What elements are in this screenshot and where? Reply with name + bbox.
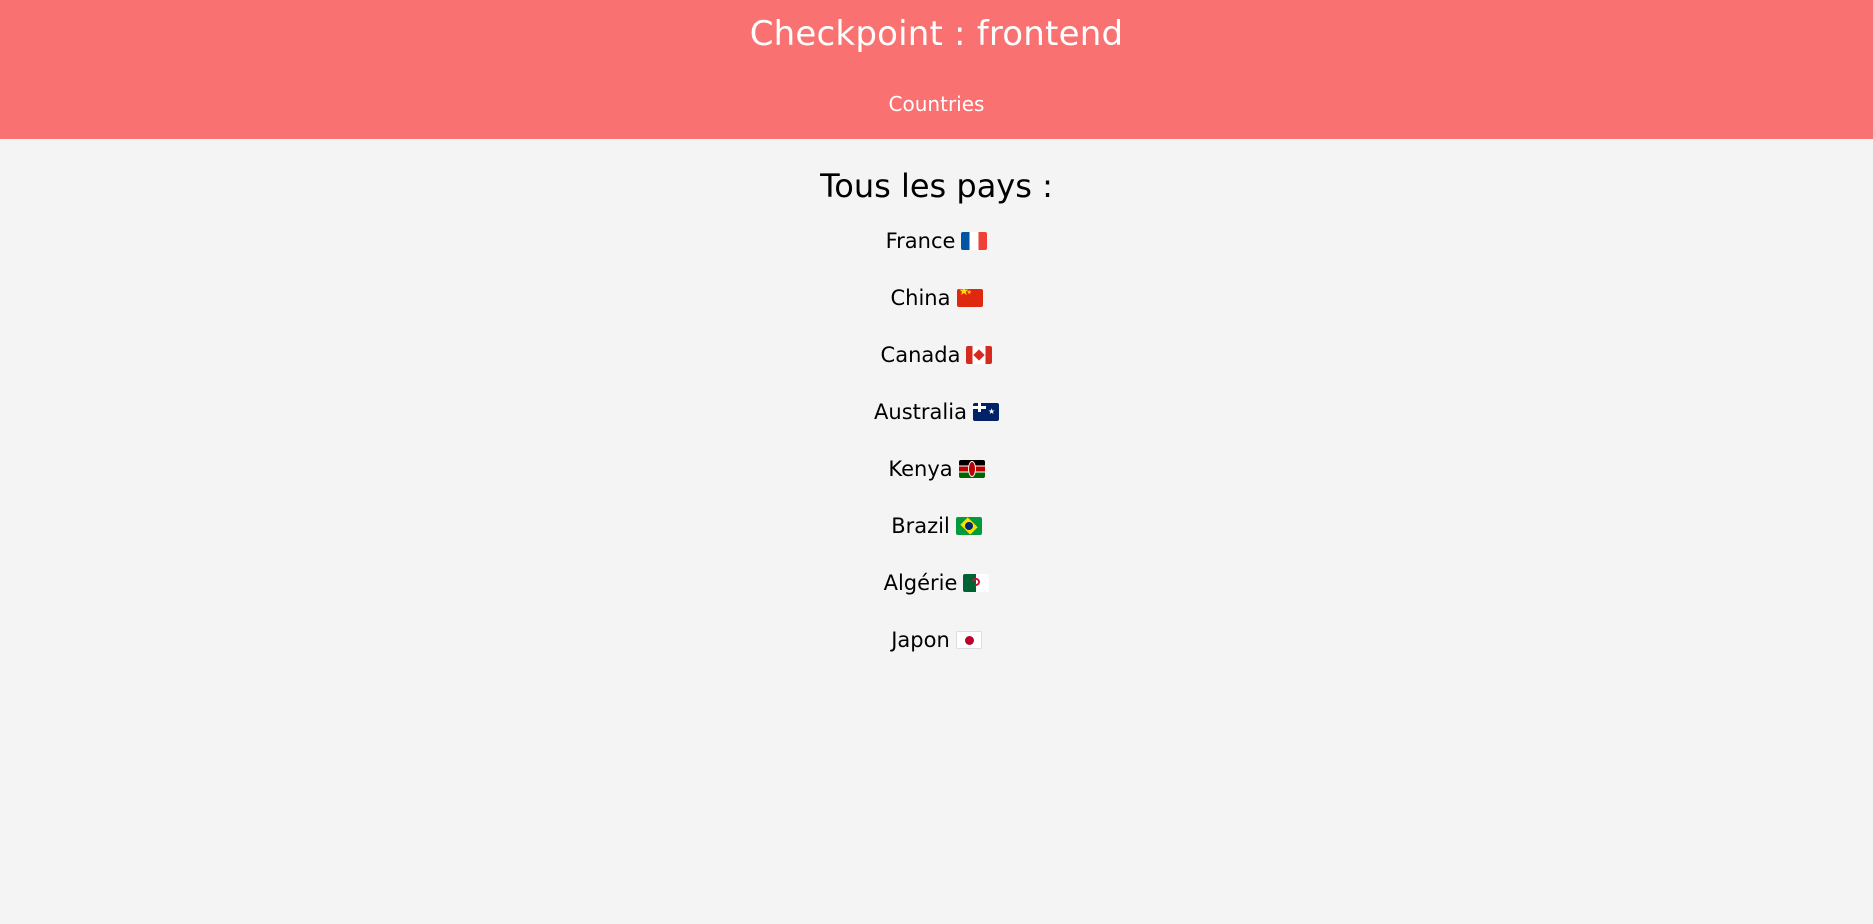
page-title: Tous les pays : — [820, 167, 1053, 205]
country-item-kenya: Kenya — [0, 441, 1873, 498]
country-name: China — [890, 286, 951, 311]
country-name: Brazil — [891, 514, 950, 539]
country-name: Canada — [880, 343, 961, 368]
main-nav: Countries — [0, 92, 1873, 116]
canada-flag-icon — [966, 346, 993, 365]
australia-flag-icon — [972, 403, 999, 422]
china-flag-icon — [956, 289, 983, 308]
country-name: Japon — [891, 628, 950, 653]
country-item-australia: Australia — [0, 384, 1873, 441]
app-title: Checkpoint : frontend — [749, 14, 1124, 54]
country-item-japan: Japon — [0, 612, 1873, 669]
brazil-flag-icon — [955, 517, 982, 536]
country-item-china: China — [0, 270, 1873, 327]
france-flag-icon — [961, 232, 988, 251]
country-item-canada: Canada — [0, 327, 1873, 384]
page-header: Checkpoint : frontend Countries — [0, 0, 1873, 139]
country-name: Algérie — [883, 571, 958, 596]
country-name: Kenya — [888, 457, 953, 482]
country-list: France China Canada Australia Kenya Braz… — [0, 213, 1873, 669]
japan-flag-icon — [955, 631, 982, 650]
algeria-flag-icon — [963, 574, 990, 593]
main-content: Tous les pays : France China Canada Aust… — [0, 139, 1873, 669]
country-name: Australia — [874, 400, 967, 425]
country-item-brazil: Brazil — [0, 498, 1873, 555]
nav-link-countries[interactable]: Countries — [889, 92, 985, 116]
kenya-flag-icon — [958, 460, 985, 479]
country-item-algeria: Algérie — [0, 555, 1873, 612]
country-name: France — [885, 229, 956, 254]
country-item-france: France — [0, 213, 1873, 270]
